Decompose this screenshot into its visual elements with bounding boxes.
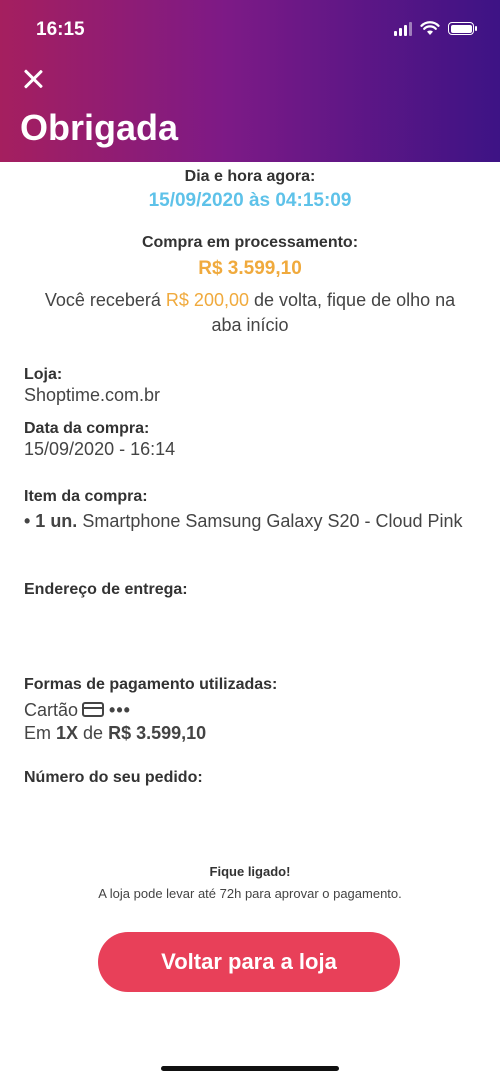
address-section: Endereço de entrega: bbox=[24, 581, 474, 599]
item-value: • 1 un. Smartphone Samsung Galaxy S20 - … bbox=[24, 510, 474, 533]
payment-method: Cartão ••• bbox=[24, 699, 474, 722]
payment-label: Formas de pagamento utilizadas: bbox=[24, 676, 278, 693]
wifi-icon bbox=[420, 21, 440, 35]
header: 16:15 Obrigada bbox=[0, 0, 500, 162]
item-section: Item da compra: • 1 un. Smartphone Samsu… bbox=[24, 488, 474, 533]
status-time: 16:15 bbox=[36, 19, 85, 40]
datetime-value: 15/09/2020 às 04:15:09 bbox=[148, 190, 352, 211]
item-label: Item da compra: bbox=[24, 488, 148, 505]
item-name: Smartphone Samsung Galaxy S20 - Cloud Pi… bbox=[77, 511, 463, 531]
cashback-suffix: de volta, fique de olho na aba início bbox=[211, 290, 456, 335]
home-indicator[interactable] bbox=[161, 1066, 339, 1071]
back-to-store-button[interactable]: Voltar para a loja bbox=[98, 932, 400, 992]
notice-text: A loja pode levar até 72h para aprovar o… bbox=[98, 886, 402, 901]
cashback-prefix: Você receberá bbox=[44, 290, 166, 310]
datetime-label: Dia e hora agora: bbox=[184, 168, 316, 185]
installments-count: 1X bbox=[56, 723, 79, 743]
store-section: Loja: Shoptime.com.br bbox=[24, 366, 474, 407]
signal-icon bbox=[394, 21, 412, 36]
battery-icon bbox=[448, 22, 477, 35]
cashback-amount: R$ 200,00 bbox=[165, 290, 249, 310]
store-label: Loja: bbox=[24, 366, 63, 383]
installments-value: R$ 3.599,10 bbox=[108, 723, 207, 743]
installments-mid: de bbox=[78, 723, 109, 743]
address-label: Endereço de entrega: bbox=[24, 581, 188, 598]
credit-card-icon bbox=[82, 702, 105, 717]
card-masked-number: ••• bbox=[109, 700, 131, 720]
item-qty: • 1 un. bbox=[24, 511, 78, 531]
date-label: Data da compra: bbox=[24, 420, 150, 437]
cashback-message: Você receberá R$ 200,00 de volta, fique … bbox=[0, 288, 500, 338]
total-price: R$ 3.599,10 bbox=[198, 258, 302, 279]
status-label: Compra em processamento: bbox=[141, 234, 359, 251]
date-value: 15/09/2020 - 16:14 bbox=[24, 439, 176, 459]
status-bar: 16:15 bbox=[0, 0, 500, 60]
installments-prefix: Em bbox=[24, 723, 57, 743]
payment-section: Formas de pagamento utilizadas: Cartão •… bbox=[24, 676, 474, 745]
status-icons bbox=[394, 21, 477, 36]
installments: Em 1X de R$ 3.599,10 bbox=[24, 722, 474, 745]
notice-title: Fique ligado! bbox=[209, 864, 291, 879]
store-value: Shoptime.com.br bbox=[24, 385, 161, 405]
page-title: Obrigada bbox=[20, 107, 179, 148]
close-icon[interactable] bbox=[20, 66, 46, 92]
order-section: Número do seu pedido: bbox=[24, 769, 474, 787]
payment-method-name: Cartão bbox=[24, 700, 79, 720]
order-label: Número do seu pedido: bbox=[24, 769, 203, 786]
date-section: Data da compra: 15/09/2020 - 16:14 bbox=[24, 420, 474, 461]
